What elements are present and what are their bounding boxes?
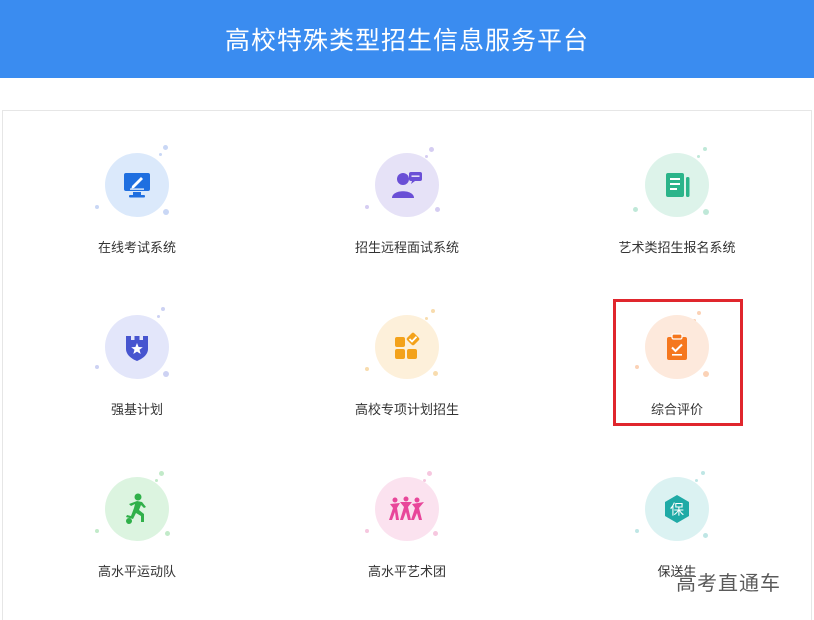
tile-label: 在线考试系统 xyxy=(97,241,176,256)
soccer-player-icon xyxy=(95,469,177,549)
tile-qiangji-plan[interactable]: 强基计划 xyxy=(37,307,237,457)
svg-text:保: 保 xyxy=(670,503,684,519)
form-document-icon xyxy=(633,145,717,225)
interview-person-icon xyxy=(365,145,447,225)
castle-shield-star-icon xyxy=(95,307,177,387)
page-title: 高校特殊类型招生信息服务平台 xyxy=(224,26,589,55)
tile-label: 高水平运动队 xyxy=(97,565,176,580)
selection-highlight-box xyxy=(613,299,743,426)
bao-badge-icon: 保 xyxy=(635,469,717,549)
site-header: 高校特殊类型招生信息服务平台 xyxy=(0,0,814,78)
tile-special-plan[interactable]: 高校专项计划招生 xyxy=(307,307,507,457)
tile-art-registration[interactable]: 艺术类招生报名系统 xyxy=(577,145,777,295)
tile-label: 高校专项计划招生 xyxy=(354,403,459,418)
tile-online-exam[interactable]: 在线考试系统 xyxy=(37,145,237,295)
tile-label: 高水平艺术团 xyxy=(367,565,446,580)
tile-label: 招生远程面试系统 xyxy=(354,241,459,256)
tile-sports-team[interactable]: 高水平运动队 xyxy=(37,469,237,619)
dancers-icon xyxy=(365,469,447,549)
grid-check-icon xyxy=(365,307,447,387)
tile-label: 艺术类招生报名系统 xyxy=(618,241,736,256)
monitor-edit-icon xyxy=(95,145,177,225)
watermark: 高考直通车 xyxy=(676,571,781,595)
tile-label: 强基计划 xyxy=(110,403,163,418)
tile-remote-interview[interactable]: 招生远程面试系统 xyxy=(307,145,507,295)
tile-art-troupe[interactable]: 高水平艺术团 xyxy=(307,469,507,619)
tile-recommended-students[interactable]: 保 保送生 xyxy=(577,469,777,619)
